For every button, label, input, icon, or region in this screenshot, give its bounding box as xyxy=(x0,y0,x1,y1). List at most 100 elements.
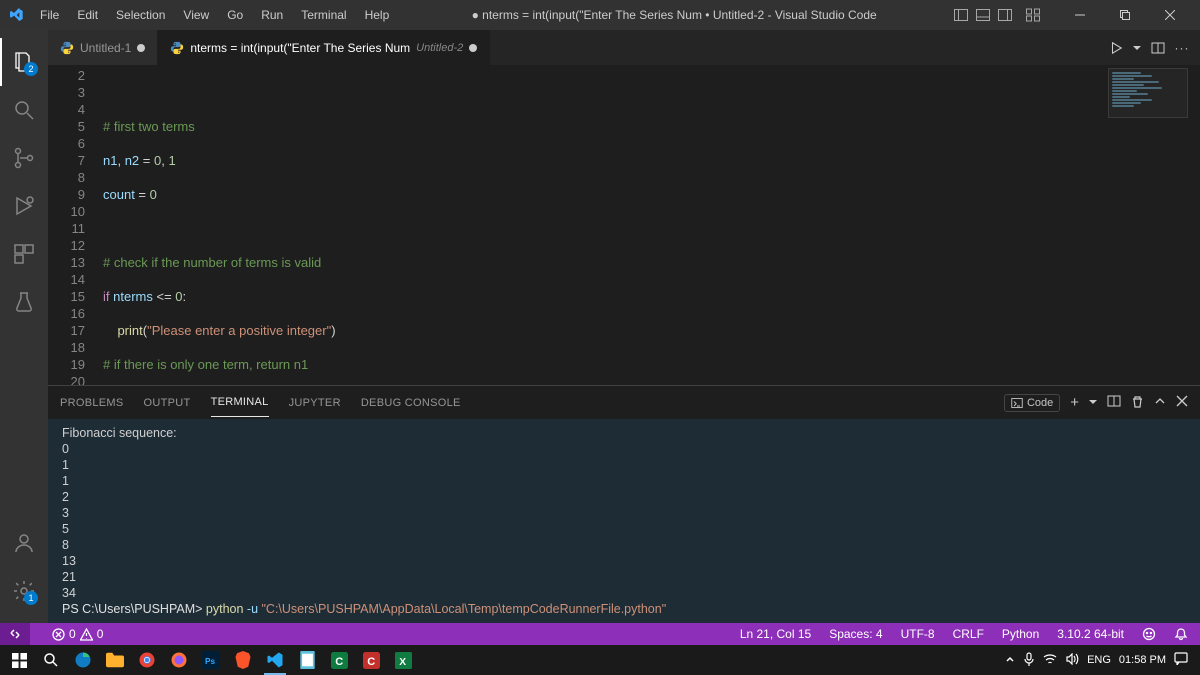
line-gutter: 2345678910111213141516171819202122 xyxy=(48,65,103,385)
status-eol[interactable]: CRLF xyxy=(949,627,988,641)
tab-untitled-1[interactable]: Untitled-1 xyxy=(48,30,158,65)
split-editor-icon[interactable] xyxy=(1150,40,1166,56)
svg-text:Ps: Ps xyxy=(205,657,216,666)
activity-source-control[interactable] xyxy=(0,134,48,182)
panel-tab-terminal[interactable]: TERMINAL xyxy=(211,388,269,417)
minimap[interactable] xyxy=(1108,68,1188,118)
menu-file[interactable]: File xyxy=(32,4,67,26)
run-button[interactable] xyxy=(1108,40,1124,56)
run-dropdown-icon[interactable] xyxy=(1132,40,1142,56)
panel-tab-output[interactable]: OUTPUT xyxy=(144,389,191,417)
taskbar-app-red[interactable]: C xyxy=(356,645,386,675)
taskbar-excel[interactable]: X xyxy=(388,645,418,675)
status-language[interactable]: Python xyxy=(998,627,1043,641)
window-minimize-button[interactable] xyxy=(1057,0,1102,30)
panel-tab-debug-console[interactable]: DEBUG CONSOLE xyxy=(361,389,461,417)
menu-selection[interactable]: Selection xyxy=(108,4,173,26)
taskbar-search[interactable] xyxy=(36,645,66,675)
tray-chevron-icon[interactable] xyxy=(1005,654,1015,667)
svg-text:C: C xyxy=(367,655,375,667)
taskbar-brave[interactable] xyxy=(228,645,258,675)
status-interpreter[interactable]: 3.10.2 64-bit xyxy=(1053,627,1128,641)
remote-icon xyxy=(8,627,22,641)
menu-view[interactable]: View xyxy=(175,4,217,26)
editor-tabs: Untitled-1 nterms = int(input("Enter The… xyxy=(48,30,1200,65)
dirty-indicator-icon xyxy=(469,44,477,52)
status-problems[interactable]: 0 0 xyxy=(48,627,107,641)
kill-terminal-icon[interactable] xyxy=(1131,395,1144,411)
status-encoding[interactable]: UTF-8 xyxy=(897,627,939,641)
layout-sidebar-left-icon[interactable] xyxy=(951,5,971,25)
new-terminal-icon[interactable]: + xyxy=(1070,394,1079,411)
python-file-icon xyxy=(170,41,184,55)
activity-extensions[interactable] xyxy=(0,230,48,278)
taskbar-notepad[interactable] xyxy=(292,645,322,675)
customize-layout-icon[interactable] xyxy=(1023,5,1043,25)
panel-tabs: PROBLEMS OUTPUT TERMINAL JUPYTER DEBUG C… xyxy=(48,386,1200,419)
taskbar-chrome[interactable] xyxy=(132,645,162,675)
more-actions-icon[interactable]: ··· xyxy=(1174,40,1190,56)
terminal-content[interactable]: Fibonacci sequence: 0 1 1 2 3 5 8 13 21 … xyxy=(48,419,1200,623)
taskbar-photoshop[interactable]: Ps xyxy=(196,645,226,675)
activity-settings[interactable]: 1 xyxy=(0,567,48,615)
split-terminal-icon[interactable] xyxy=(1107,394,1121,411)
panel: PROBLEMS OUTPUT TERMINAL JUPYTER DEBUG C… xyxy=(48,385,1200,623)
tray-wifi-icon[interactable] xyxy=(1043,653,1057,668)
tab-untitled-2[interactable]: nterms = int(input("Enter The Series Num… xyxy=(158,30,490,65)
tray-notifications-icon[interactable] xyxy=(1174,652,1188,668)
activity-accounts[interactable] xyxy=(0,519,48,567)
activity-bar: 2 1 xyxy=(0,30,48,623)
terminal-icon xyxy=(1011,397,1023,409)
menu-edit[interactable]: Edit xyxy=(69,4,106,26)
maximize-panel-icon[interactable] xyxy=(1154,395,1166,410)
terminal-profile-selector[interactable]: Code xyxy=(1004,394,1060,412)
terminal-dropdown-icon[interactable] xyxy=(1089,397,1097,409)
code-editor[interactable]: 2345678910111213141516171819202122 # fir… xyxy=(48,65,1200,385)
title-bar: File Edit Selection View Go Run Terminal… xyxy=(0,0,1200,30)
panel-tab-problems[interactable]: PROBLEMS xyxy=(60,389,124,417)
activity-testing[interactable] xyxy=(0,278,48,326)
taskbar-firefox[interactable] xyxy=(164,645,194,675)
main-menu: File Edit Selection View Go Run Terminal… xyxy=(32,4,397,26)
tab-label: nterms = int(input("Enter The Series Num xyxy=(190,41,410,55)
panel-tab-jupyter[interactable]: JUPYTER xyxy=(289,389,341,417)
status-notifications-icon[interactable] xyxy=(1170,627,1192,641)
layout-sidebar-right-icon[interactable] xyxy=(995,5,1015,25)
error-icon xyxy=(52,628,65,641)
activity-explorer[interactable]: 2 xyxy=(0,38,48,86)
start-button[interactable] xyxy=(4,645,34,675)
close-panel-icon[interactable] xyxy=(1176,395,1188,410)
status-feedback-icon[interactable] xyxy=(1138,627,1160,641)
window-close-button[interactable] xyxy=(1147,0,1192,30)
taskbar-app-green[interactable]: C xyxy=(324,645,354,675)
status-bar: 0 0 Ln 21, Col 15 Spaces: 4 UTF-8 CRLF P… xyxy=(0,623,1200,645)
tab-label: Untitled-1 xyxy=(80,41,131,55)
dirty-indicator-icon xyxy=(137,44,145,52)
menu-terminal[interactable]: Terminal xyxy=(293,4,354,26)
window-maximize-button[interactable] xyxy=(1102,0,1147,30)
menu-help[interactable]: Help xyxy=(357,4,398,26)
window-title: ● nterms = int(input("Enter The Series N… xyxy=(397,8,951,22)
tab-subtitle: Untitled-2 xyxy=(416,42,463,54)
tray-language[interactable]: ENG xyxy=(1087,654,1111,666)
status-lncol[interactable]: Ln 21, Col 15 xyxy=(736,627,815,641)
tray-volume-icon[interactable] xyxy=(1065,653,1079,668)
activity-run-debug[interactable] xyxy=(0,182,48,230)
layout-panel-bottom-icon[interactable] xyxy=(973,5,993,25)
status-indentation[interactable]: Spaces: 4 xyxy=(825,627,886,641)
warning-icon xyxy=(80,628,93,641)
taskbar-vscode[interactable] xyxy=(260,645,290,675)
activity-search[interactable] xyxy=(0,86,48,134)
tray-clock[interactable]: 01:58 PM xyxy=(1119,654,1166,666)
taskbar-edge[interactable] xyxy=(68,645,98,675)
menu-run[interactable]: Run xyxy=(253,4,291,26)
settings-badge: 1 xyxy=(24,591,38,605)
python-file-icon xyxy=(60,41,74,55)
menu-go[interactable]: Go xyxy=(219,4,251,26)
code-content[interactable]: # first two terms n1, n2 = 0, 1 count = … xyxy=(103,65,1200,385)
svg-text:X: X xyxy=(399,656,406,667)
taskbar-file-explorer[interactable] xyxy=(100,645,130,675)
explorer-badge: 2 xyxy=(24,62,38,76)
tray-mic-icon[interactable] xyxy=(1023,652,1035,669)
remote-indicator[interactable] xyxy=(0,623,30,645)
